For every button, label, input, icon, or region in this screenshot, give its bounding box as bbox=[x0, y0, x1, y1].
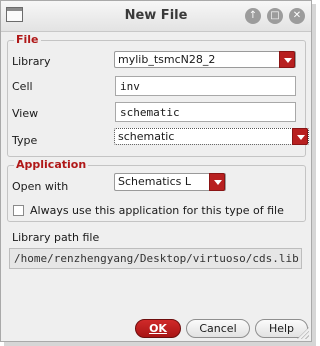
view-field[interactable]: schematic bbox=[115, 102, 296, 122]
view-value: schematic bbox=[120, 106, 180, 119]
cancel-button[interactable]: Cancel bbox=[186, 319, 250, 338]
cancel-label: Cancel bbox=[199, 322, 237, 335]
library-path-value: /home/renzhengyang/Desktop/virtuoso/cds.… bbox=[14, 252, 299, 265]
library-path-field: /home/renzhengyang/Desktop/virtuoso/cds.… bbox=[9, 248, 302, 269]
chevron-down-icon[interactable] bbox=[279, 51, 295, 68]
application-group-title: Application bbox=[14, 158, 89, 171]
file-group-title: File bbox=[14, 33, 41, 46]
cell-value: inv bbox=[120, 80, 140, 93]
library-value: mylib_tsmcN28_2 bbox=[118, 53, 216, 66]
help-button[interactable]: Help bbox=[255, 319, 308, 338]
open-with-value: Schematics L bbox=[118, 175, 191, 188]
view-label: View bbox=[12, 107, 39, 120]
cell-field[interactable]: inv bbox=[115, 76, 296, 96]
ok-button[interactable]: OK bbox=[135, 319, 181, 338]
cell-label: Cell bbox=[12, 80, 33, 93]
always-use-checkbox[interactable] bbox=[13, 205, 24, 216]
type-label: Type bbox=[12, 134, 38, 147]
open-with-combo[interactable]: Schematics L bbox=[114, 173, 226, 191]
ok-label: OK bbox=[149, 322, 167, 335]
window-title: New File bbox=[124, 8, 188, 23]
library-combo[interactable]: mylib_tsmcN28_2 bbox=[114, 51, 296, 68]
maximize-icon[interactable]: □ bbox=[267, 8, 283, 24]
close-icon[interactable]: ✕ bbox=[289, 8, 305, 24]
library-label: Library bbox=[12, 55, 51, 68]
type-value: schematic bbox=[118, 130, 175, 143]
chevron-down-icon[interactable] bbox=[209, 173, 225, 191]
title-bar[interactable]: New File ↑ □ ✕ bbox=[1, 1, 311, 32]
new-file-dialog: New File ↑ □ ✕ File Library mylib_tsmcN2… bbox=[0, 0, 312, 342]
keep-above-icon[interactable]: ↑ bbox=[245, 8, 261, 24]
library-path-label: Library path file bbox=[12, 231, 100, 244]
type-combo[interactable]: schematic bbox=[114, 128, 309, 145]
always-use-label: Always use this application for this typ… bbox=[30, 204, 284, 217]
open-with-label: Open with bbox=[12, 180, 69, 193]
chevron-down-icon[interactable] bbox=[292, 128, 308, 145]
help-label: Help bbox=[268, 322, 295, 335]
